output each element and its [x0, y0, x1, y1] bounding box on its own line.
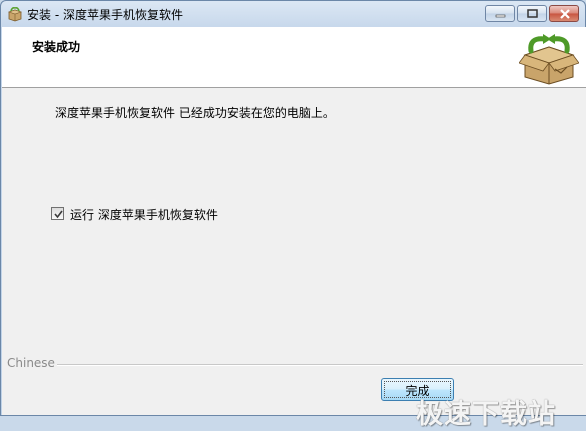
- maximize-button[interactable]: [517, 5, 547, 22]
- box-install-icon: [518, 33, 580, 85]
- close-icon: [560, 9, 570, 19]
- page-title: 安装成功: [32, 40, 81, 54]
- footer-divider: [57, 364, 583, 366]
- checkmark-icon: [54, 210, 63, 219]
- installer-window: 安装 - 深度苹果手机恢复软件 安装成功 深度苹果手机恢复软件 已经成功安装在您…: [0, 0, 586, 430]
- maximize-icon: [527, 9, 538, 18]
- run-app-label: 运行 深度苹果手机恢复软件: [70, 208, 218, 222]
- app-box-icon: [7, 6, 23, 22]
- minimize-icon: [495, 14, 506, 18]
- close-button[interactable]: [549, 5, 579, 22]
- language-label: Chinese: [7, 356, 55, 370]
- client-area: 安装成功 深度苹果手机恢复软件 已经成功安装在您的电脑上。 运行 深度苹果手机恢…: [2, 27, 586, 430]
- success-message: 深度苹果手机恢复软件 已经成功安装在您的电脑上。: [55, 106, 335, 120]
- header-panel: 安装成功: [2, 27, 586, 88]
- title-bar[interactable]: 安装 - 深度苹果手机恢复软件: [1, 1, 585, 27]
- window-title: 安装 - 深度苹果手机恢复软件: [27, 8, 183, 22]
- run-app-checkbox[interactable]: [51, 207, 64, 220]
- site-watermark: 极速下载站: [416, 399, 556, 430]
- minimize-button[interactable]: [485, 5, 515, 22]
